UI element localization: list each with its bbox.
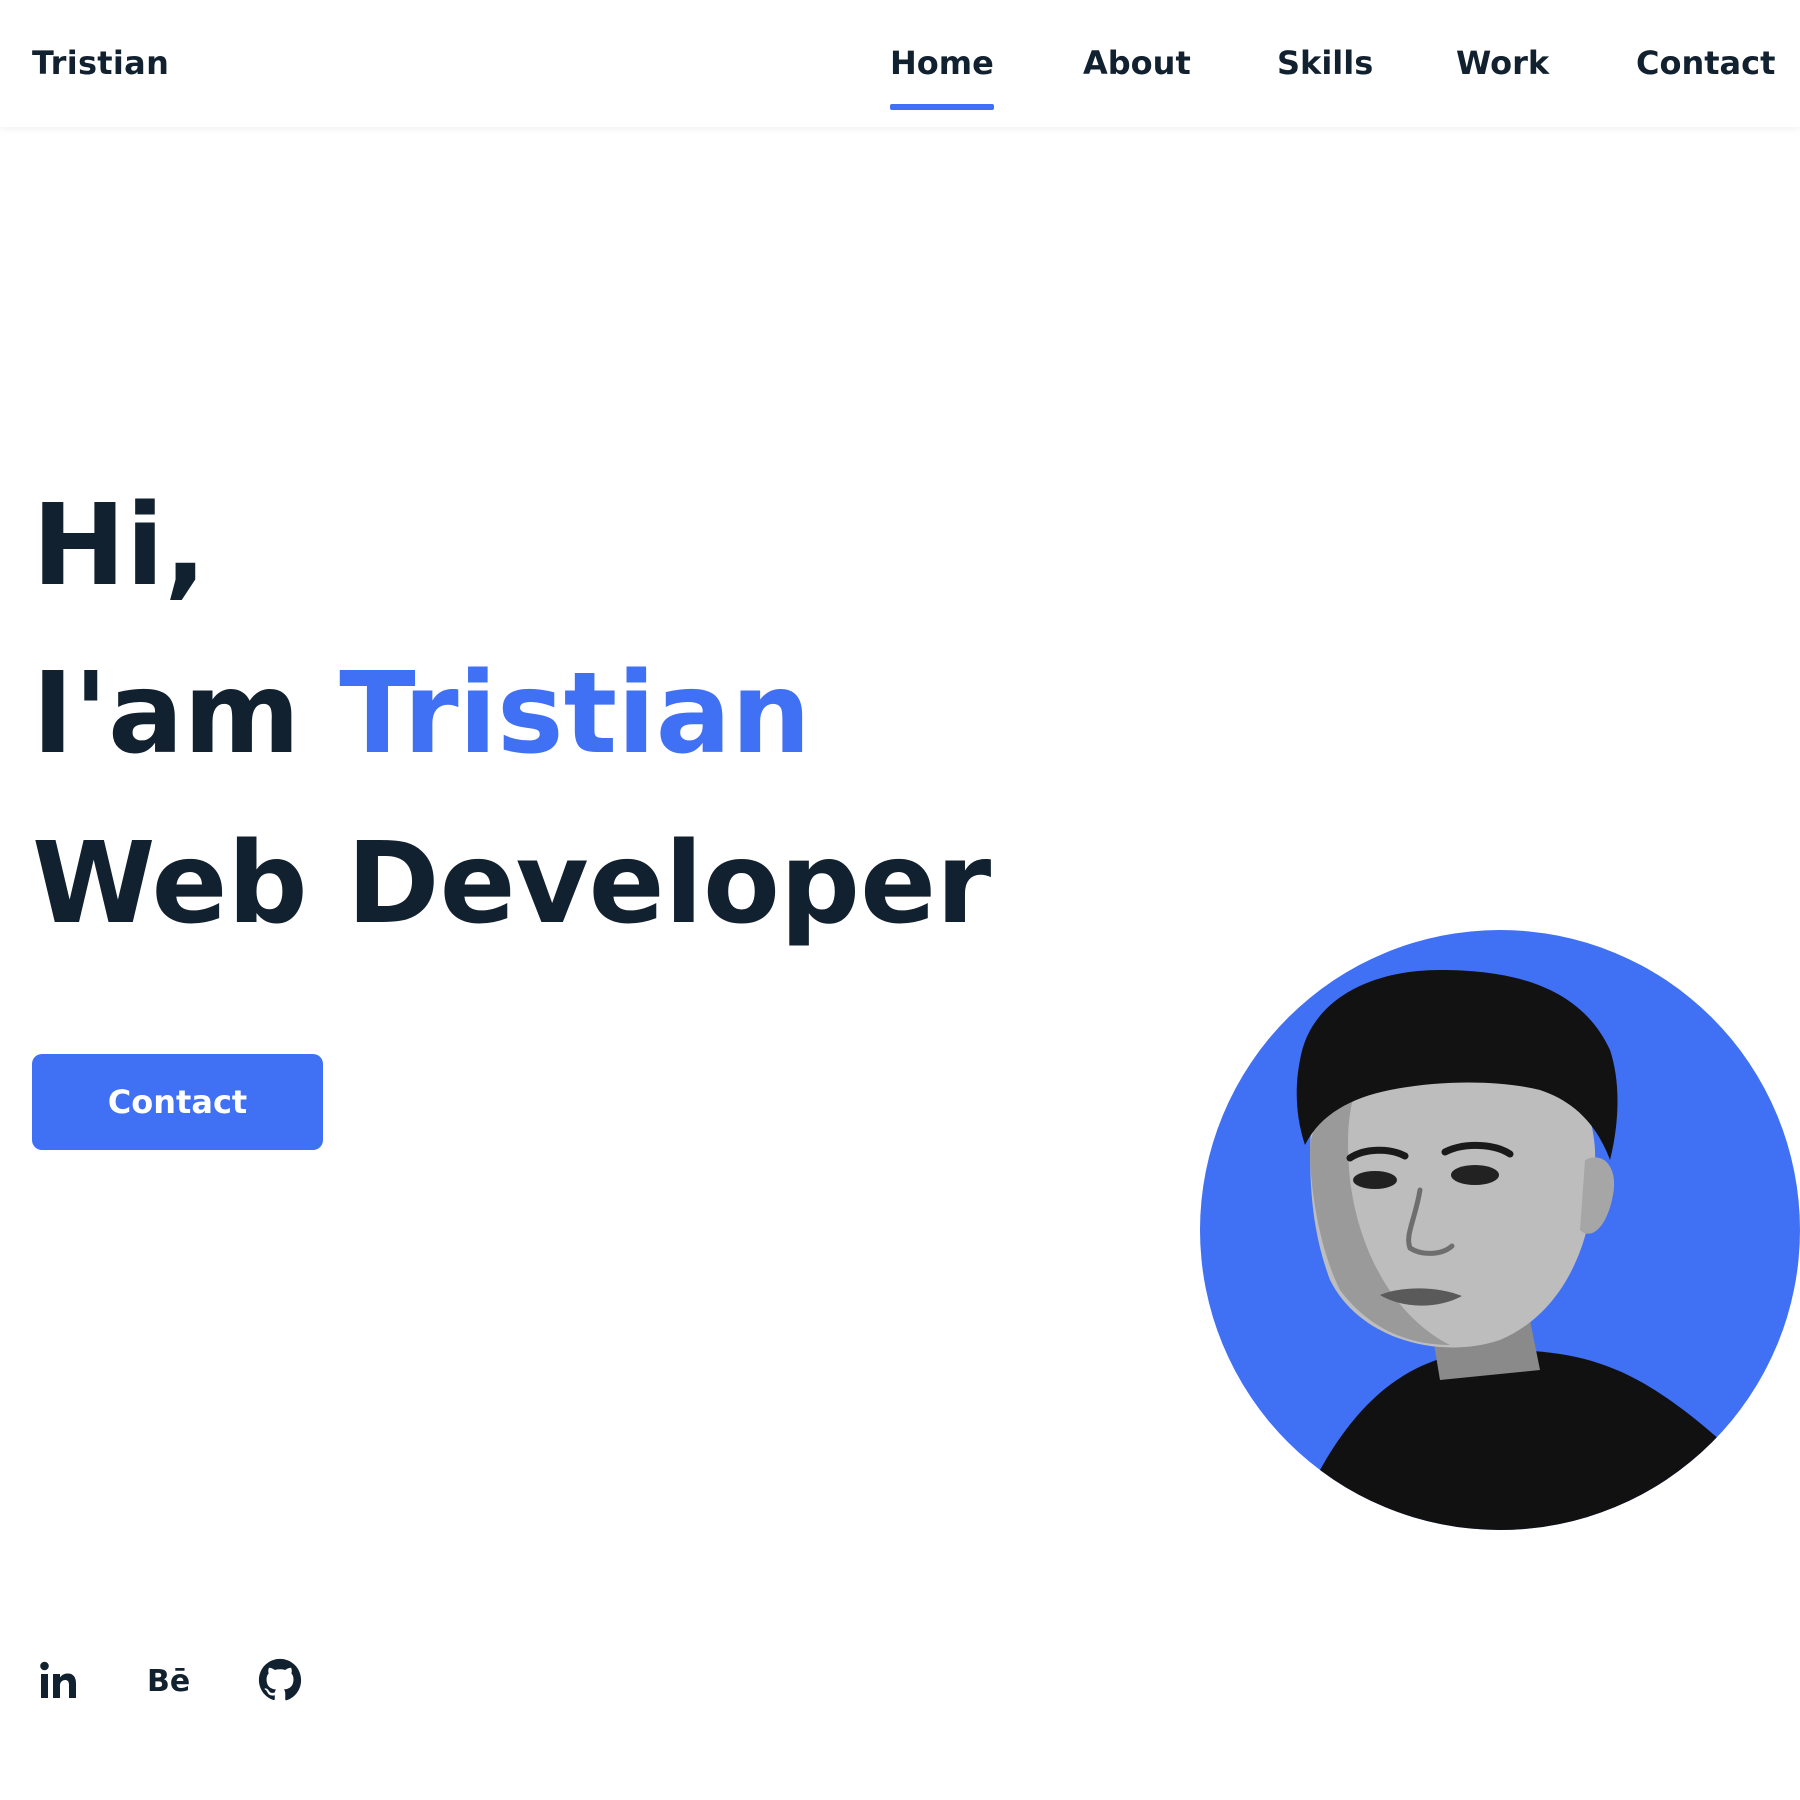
svg-text:Bē: Bē — [147, 1664, 190, 1699]
nav-item-home[interactable]: Home — [890, 44, 994, 110]
hero-intro: I'am Tristian — [32, 658, 811, 770]
profile-avatar — [1200, 930, 1800, 1530]
linkedin-link[interactable] — [30, 1652, 86, 1708]
profile-portrait-illustration — [1296, 970, 1720, 1530]
hero-intro-prefix: I'am — [32, 649, 301, 779]
site-header: Tristian Home About Skills Work Contact — [0, 0, 1800, 127]
nav-item-contact[interactable]: Contact — [1636, 44, 1775, 82]
hero-greeting: Hi, — [32, 481, 207, 611]
behance-icon: Bē — [147, 1664, 190, 1699]
github-link[interactable] — [252, 1652, 308, 1708]
behance-link[interactable]: Bē — [140, 1652, 196, 1708]
nav-item-about[interactable]: About — [1083, 44, 1191, 82]
linkedin-icon — [40, 1661, 76, 1698]
main-nav: Home About Skills Work Contact — [0, 44, 1800, 114]
hero-role: Web Developer — [32, 819, 992, 949]
contact-button[interactable]: Contact — [32, 1054, 323, 1150]
nav-item-skills[interactable]: Skills — [1277, 44, 1373, 82]
github-icon — [258, 1658, 302, 1701]
hero-name: Tristian — [339, 649, 811, 779]
nav-item-work[interactable]: Work — [1456, 44, 1549, 82]
